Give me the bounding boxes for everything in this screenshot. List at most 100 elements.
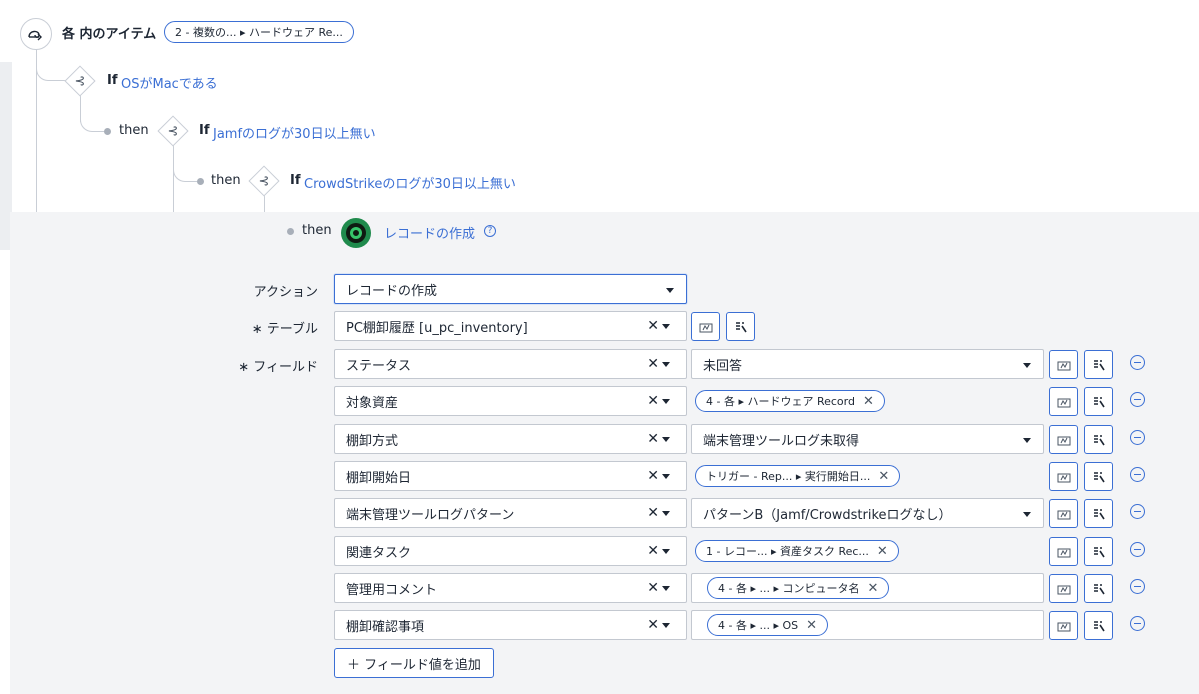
clear-dropdown-control[interactable]: ✕ <box>647 431 670 447</box>
field-name-select[interactable]: 関連タスク ✕ <box>334 536 687 566</box>
field-value-data-pill[interactable]: 4 - 各 ▸ ... ▸ コンピュータ名 ✕ <box>707 577 890 599</box>
tree-line <box>173 142 174 212</box>
remove-field-icon[interactable] <box>1130 392 1145 407</box>
field-name-select[interactable]: 管理用コメント ✕ <box>334 573 687 603</box>
then-label: then <box>119 123 149 138</box>
table-select[interactable]: PC棚卸履歴 [u_pc_inventory] ✕ <box>334 311 687 341</box>
then-label: then <box>302 223 332 238</box>
data-pill-picker-button[interactable] <box>1049 499 1078 528</box>
remove-pill-icon[interactable]: ✕ <box>806 618 817 633</box>
field-name-select[interactable]: 対象資産 ✕ <box>334 386 687 416</box>
script-toggle-button[interactable] <box>1084 499 1113 528</box>
remove-pill-icon[interactable]: ✕ <box>877 544 888 559</box>
field-value-select[interactable]: 未回答 <box>691 349 1044 379</box>
pill-picker-icon <box>1057 398 1070 407</box>
clear-dropdown-control[interactable]: ✕ <box>647 393 670 409</box>
pill-picker-icon <box>1057 473 1070 482</box>
data-pill-picker-button[interactable] <box>1049 537 1078 566</box>
remove-field-icon[interactable] <box>1130 430 1145 445</box>
clear-dropdown-control[interactable]: ✕ <box>647 543 670 559</box>
data-pill-picker-button[interactable] <box>1049 462 1078 491</box>
field-name-text: 棚卸開始日 <box>346 470 412 486</box>
clear-dropdown-control[interactable]: ✕ <box>647 468 670 484</box>
data-pill-picker-button[interactable] <box>1049 387 1078 416</box>
remove-pill-icon[interactable]: ✕ <box>878 469 889 484</box>
script-toggle-button[interactable] <box>1084 425 1113 454</box>
remove-field-icon[interactable] <box>1130 542 1145 557</box>
action-select[interactable]: レコードの作成 <box>334 274 687 304</box>
fields-label: ∗ フィールド <box>238 360 318 375</box>
data-pill-picker-button[interactable] <box>1049 574 1078 603</box>
clear-dropdown-control[interactable]: ✕ <box>647 580 670 596</box>
action-title-link[interactable]: レコードの作成 <box>384 223 475 242</box>
field-value-data-pill[interactable]: 4 - 各 ▸ ハードウェア Record ✕ <box>695 390 885 412</box>
pill-picker-icon <box>1057 361 1070 370</box>
field-name-select[interactable]: 棚卸確認事項 ✕ <box>334 610 687 640</box>
clear-dropdown-control[interactable]: ✕ <box>647 505 670 521</box>
pill-text: トリガー - Rep... ▸ 実行開始日... <box>706 470 871 483</box>
for-each-data-pill[interactable]: 2 - 複数の... ▸ ハードウェア Re... <box>164 21 354 43</box>
script-toggle-button[interactable] <box>1084 387 1113 416</box>
condition-link-1[interactable]: OSがMacである <box>121 73 218 92</box>
remove-pill-icon[interactable]: ✕ <box>863 394 874 409</box>
field-value-data-pill[interactable]: 1 - レコー... ▸ 資産タスク Rec... ✕ <box>695 540 899 562</box>
create-record-icon <box>341 218 371 248</box>
pill-picker-icon <box>1057 436 1070 445</box>
table-select-value: PC棚卸履歴 [u_pc_inventory] <box>346 320 528 336</box>
script-icon <box>1093 583 1105 594</box>
for-each-node[interactable] <box>20 18 52 50</box>
script-icon <box>1093 434 1105 445</box>
data-pill-picker-button[interactable] <box>1049 611 1078 640</box>
field-name-text: 管理用コメント <box>346 582 438 598</box>
script-toggle-button[interactable] <box>1084 537 1113 566</box>
field-value-text: 端末管理ツールログ未取得 <box>703 433 860 449</box>
if-keyword: If <box>199 123 210 138</box>
pill-picker-icon <box>1057 510 1070 519</box>
script-toggle-button[interactable] <box>1084 350 1113 379</box>
script-icon <box>1093 620 1105 631</box>
icon-ring <box>350 227 362 239</box>
script-icon <box>735 321 747 332</box>
data-pill-picker-button[interactable] <box>1049 425 1078 454</box>
clear-dropdown-control[interactable]: ✕ <box>647 617 670 633</box>
script-toggle-button[interactable] <box>726 312 755 341</box>
remove-field-icon[interactable] <box>1130 467 1145 482</box>
chevron-down-icon <box>1020 357 1031 373</box>
field-name-select[interactable]: 棚卸開始日 ✕ <box>334 461 687 491</box>
pill-picker-icon <box>699 323 712 332</box>
script-icon <box>1093 508 1105 519</box>
help-icon[interactable]: ? <box>484 225 496 237</box>
field-value-select[interactable]: パターンB（Jamf/Crowdstrikeログなし） <box>691 498 1044 528</box>
clear-dropdown-control[interactable]: ✕ <box>647 318 670 334</box>
data-pill-picker-button[interactable] <box>691 312 720 341</box>
tree-connector <box>173 160 197 182</box>
remove-field-icon[interactable] <box>1130 579 1145 594</box>
script-toggle-button[interactable] <box>1084 462 1113 491</box>
for-each-label: 各 内のアイテム <box>62 27 157 42</box>
data-pill-picker-button[interactable] <box>1049 350 1078 379</box>
remove-field-icon[interactable] <box>1130 616 1145 631</box>
field-value-text: パターンB（Jamf/Crowdstrikeログなし） <box>703 507 952 523</box>
field-name-text: 関連タスク <box>346 545 412 561</box>
field-value-data-pill[interactable]: トリガー - Rep... ▸ 実行開始日... ✕ <box>695 465 901 487</box>
condition-link-2[interactable]: Jamfのログが30日以上無い <box>213 123 376 142</box>
field-name-select[interactable]: 棚卸方式 ✕ <box>334 424 687 454</box>
clear-dropdown-control[interactable]: ✕ <box>647 356 670 372</box>
field-name-select[interactable]: 端末管理ツールログパターン ✕ <box>334 498 687 528</box>
field-name-text: 棚卸方式 <box>346 433 399 449</box>
script-icon <box>1093 396 1105 407</box>
script-toggle-button[interactable] <box>1084 611 1113 640</box>
script-toggle-button[interactable] <box>1084 574 1113 603</box>
then-label: then <box>211 173 241 188</box>
remove-pill-icon[interactable]: ✕ <box>867 581 878 596</box>
field-name-select[interactable]: ステータス ✕ <box>334 349 687 379</box>
condition-link-3[interactable]: CrowdStrikeのログが30日以上無い <box>304 173 516 192</box>
remove-field-icon[interactable] <box>1130 504 1145 519</box>
tree-connector <box>80 110 104 132</box>
field-value-select[interactable]: 端末管理ツールログ未取得 <box>691 424 1044 454</box>
field-value-data-pill[interactable]: 4 - 各 ▸ ... ▸ OS ✕ <box>707 614 829 636</box>
remove-field-icon[interactable] <box>1130 355 1145 370</box>
field-value-text: 未回答 <box>703 358 743 374</box>
field-name-text: 端末管理ツールログパターン <box>346 507 515 523</box>
add-field-value-button[interactable]: ＋ フィールド値を追加 <box>334 648 494 678</box>
